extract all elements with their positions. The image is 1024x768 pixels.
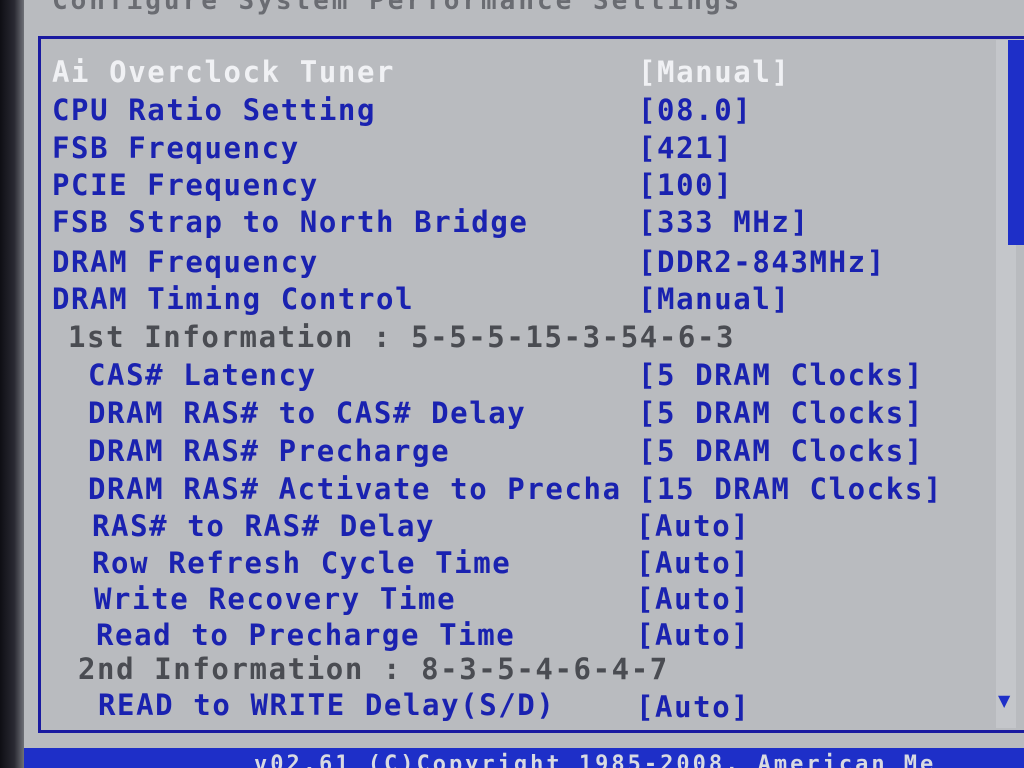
scroll-thumb[interactable] <box>1008 40 1024 245</box>
timing-row-ras-to-cas[interactable]: DRAM RAS# to CAS# Delay <box>88 396 526 430</box>
timing-row-ras-activate[interactable]: DRAM RAS# Activate to Precha <box>88 472 622 506</box>
timing-value: [Auto] <box>636 618 751 652</box>
timing-value-row-refresh[interactable]: [Auto] <box>636 546 750 580</box>
setting-row-ai-overclock-tuner[interactable]: Ai Overclock Tuner <box>52 55 395 89</box>
timing-row-cas-latency[interactable]: CAS# Latency <box>88 358 317 392</box>
monitor-bezel <box>0 0 24 768</box>
timing-label: Read to Precharge Time <box>96 618 516 652</box>
timing-row-write-recovery[interactable]: Write Recovery Time <box>94 582 456 616</box>
setting-value: [Manual] <box>638 55 791 89</box>
scrollbar[interactable]: ▼ <box>996 40 1024 728</box>
setting-value-pcie-frequency[interactable]: [100] <box>638 168 733 202</box>
setting-label: CPU Ratio Setting <box>52 93 377 127</box>
timing-value-read-to-write[interactable]: [Auto] <box>636 690 750 724</box>
setting-row-dram-timing-control[interactable]: DRAM Timing Control <box>52 282 414 316</box>
scroll-down-icon[interactable]: ▼ <box>998 691 1010 710</box>
timing-label: CAS# Latency <box>88 358 317 392</box>
setting-label: DRAM Timing Control <box>52 282 415 316</box>
timing-label: DRAM RAS# to CAS# Delay <box>88 396 527 430</box>
setting-label: FSB Frequency <box>52 131 300 165</box>
timing-row-read-to-precharge[interactable]: Read to Precharge Time <box>96 618 515 652</box>
timing-value-cas-latency[interactable]: [5 DRAM Clocks] <box>638 358 924 392</box>
setting-value-ai-overclock-tuner[interactable]: [Manual] <box>638 55 790 89</box>
frame-border-top <box>38 36 1024 39</box>
timing-value-read-to-precharge[interactable]: [Auto] <box>636 618 750 652</box>
info-line-first: 1st Information : 5-5-5-15-3-54-6-3 <box>68 320 736 354</box>
bios-screen: Configure System Performance Settings Ai… <box>0 0 1024 768</box>
setting-value: [421] <box>638 131 734 165</box>
setting-label: DRAM Frequency <box>52 245 319 279</box>
setting-row-dram-frequency[interactable]: DRAM Frequency <box>52 245 319 279</box>
setting-label: PCIE Frequency <box>52 168 319 202</box>
timing-value-ras-to-cas[interactable]: [5 DRAM Clocks] <box>638 396 924 430</box>
copyright-text: v02.61 (C)Copyright 1985-2008, American … <box>254 752 937 768</box>
frame-border-bottom <box>38 730 1024 733</box>
timing-value-ras-activate[interactable]: [15 DRAM Clocks] <box>638 472 943 506</box>
timing-value: [5 DRAM Clocks] <box>638 396 924 430</box>
setting-label: Ai Overclock Tuner <box>52 55 396 89</box>
setting-row-fsb-frequency[interactable]: FSB Frequency <box>52 131 300 165</box>
timing-label: DRAM RAS# Activate to Precha <box>88 472 622 506</box>
setting-row-fsb-strap[interactable]: FSB Strap to North Bridge <box>52 205 529 239</box>
timing-row-ras-precharge[interactable]: DRAM RAS# Precharge <box>88 434 450 468</box>
setting-value-dram-timing-control[interactable]: [Manual] <box>638 282 790 316</box>
timing-label: Write Recovery Time <box>94 582 457 616</box>
timing-label: Row Refresh Cycle Time <box>92 546 512 580</box>
setting-value: [DDR2-843MHz] <box>638 245 886 279</box>
setting-value-cpu-ratio[interactable]: [08.0] <box>638 93 752 127</box>
setting-label: FSB Strap to North Bridge <box>52 205 529 239</box>
timing-value: [Auto] <box>636 509 751 543</box>
timing-label: DRAM RAS# Precharge <box>88 434 451 468</box>
timing-row-ras-to-ras[interactable]: RAS# to RAS# Delay <box>92 509 435 543</box>
timing-value: [15 DRAM Clocks] <box>638 472 943 506</box>
setting-value-dram-frequency[interactable]: [DDR2-843MHz] <box>638 245 886 279</box>
timing-value-write-recovery[interactable]: [Auto] <box>636 582 750 616</box>
timing-value: [Auto] <box>636 546 751 580</box>
timing-value: [Auto] <box>636 690 751 724</box>
setting-row-pcie-frequency[interactable]: PCIE Frequency <box>52 168 319 202</box>
timing-label: READ to WRITE Delay(S/D) <box>98 688 556 722</box>
info-line-second: 2nd Information : 8-3-5-4-6-4-7 <box>78 652 669 686</box>
timing-value-ras-precharge[interactable]: [5 DRAM Clocks] <box>638 434 924 468</box>
timing-value: [Auto] <box>636 582 751 616</box>
page-title: Configure System Performance Settings <box>52 0 743 16</box>
timing-value-ras-to-ras[interactable]: [Auto] <box>636 509 750 543</box>
setting-value-fsb-frequency[interactable]: [421] <box>638 131 733 165</box>
timing-row-read-to-write[interactable]: READ to WRITE Delay(S/D) <box>98 688 555 722</box>
timing-value: [5 DRAM Clocks] <box>638 358 924 392</box>
frame-border-left <box>38 36 41 732</box>
timing-row-row-refresh[interactable]: Row Refresh Cycle Time <box>92 546 511 580</box>
timing-value: [5 DRAM Clocks] <box>638 434 924 468</box>
status-bar: v02.61 (C)Copyright 1985-2008, American … <box>24 748 1024 768</box>
setting-row-cpu-ratio[interactable]: CPU Ratio Setting <box>52 93 376 127</box>
setting-value-fsb-strap[interactable]: [333 MHz] <box>638 205 810 239</box>
setting-value: [08.0] <box>638 93 753 127</box>
timing-label: RAS# to RAS# Delay <box>92 509 436 543</box>
setting-value: [100] <box>638 168 734 202</box>
setting-value: [333 MHz] <box>638 205 810 239</box>
setting-value: [Manual] <box>638 282 791 316</box>
